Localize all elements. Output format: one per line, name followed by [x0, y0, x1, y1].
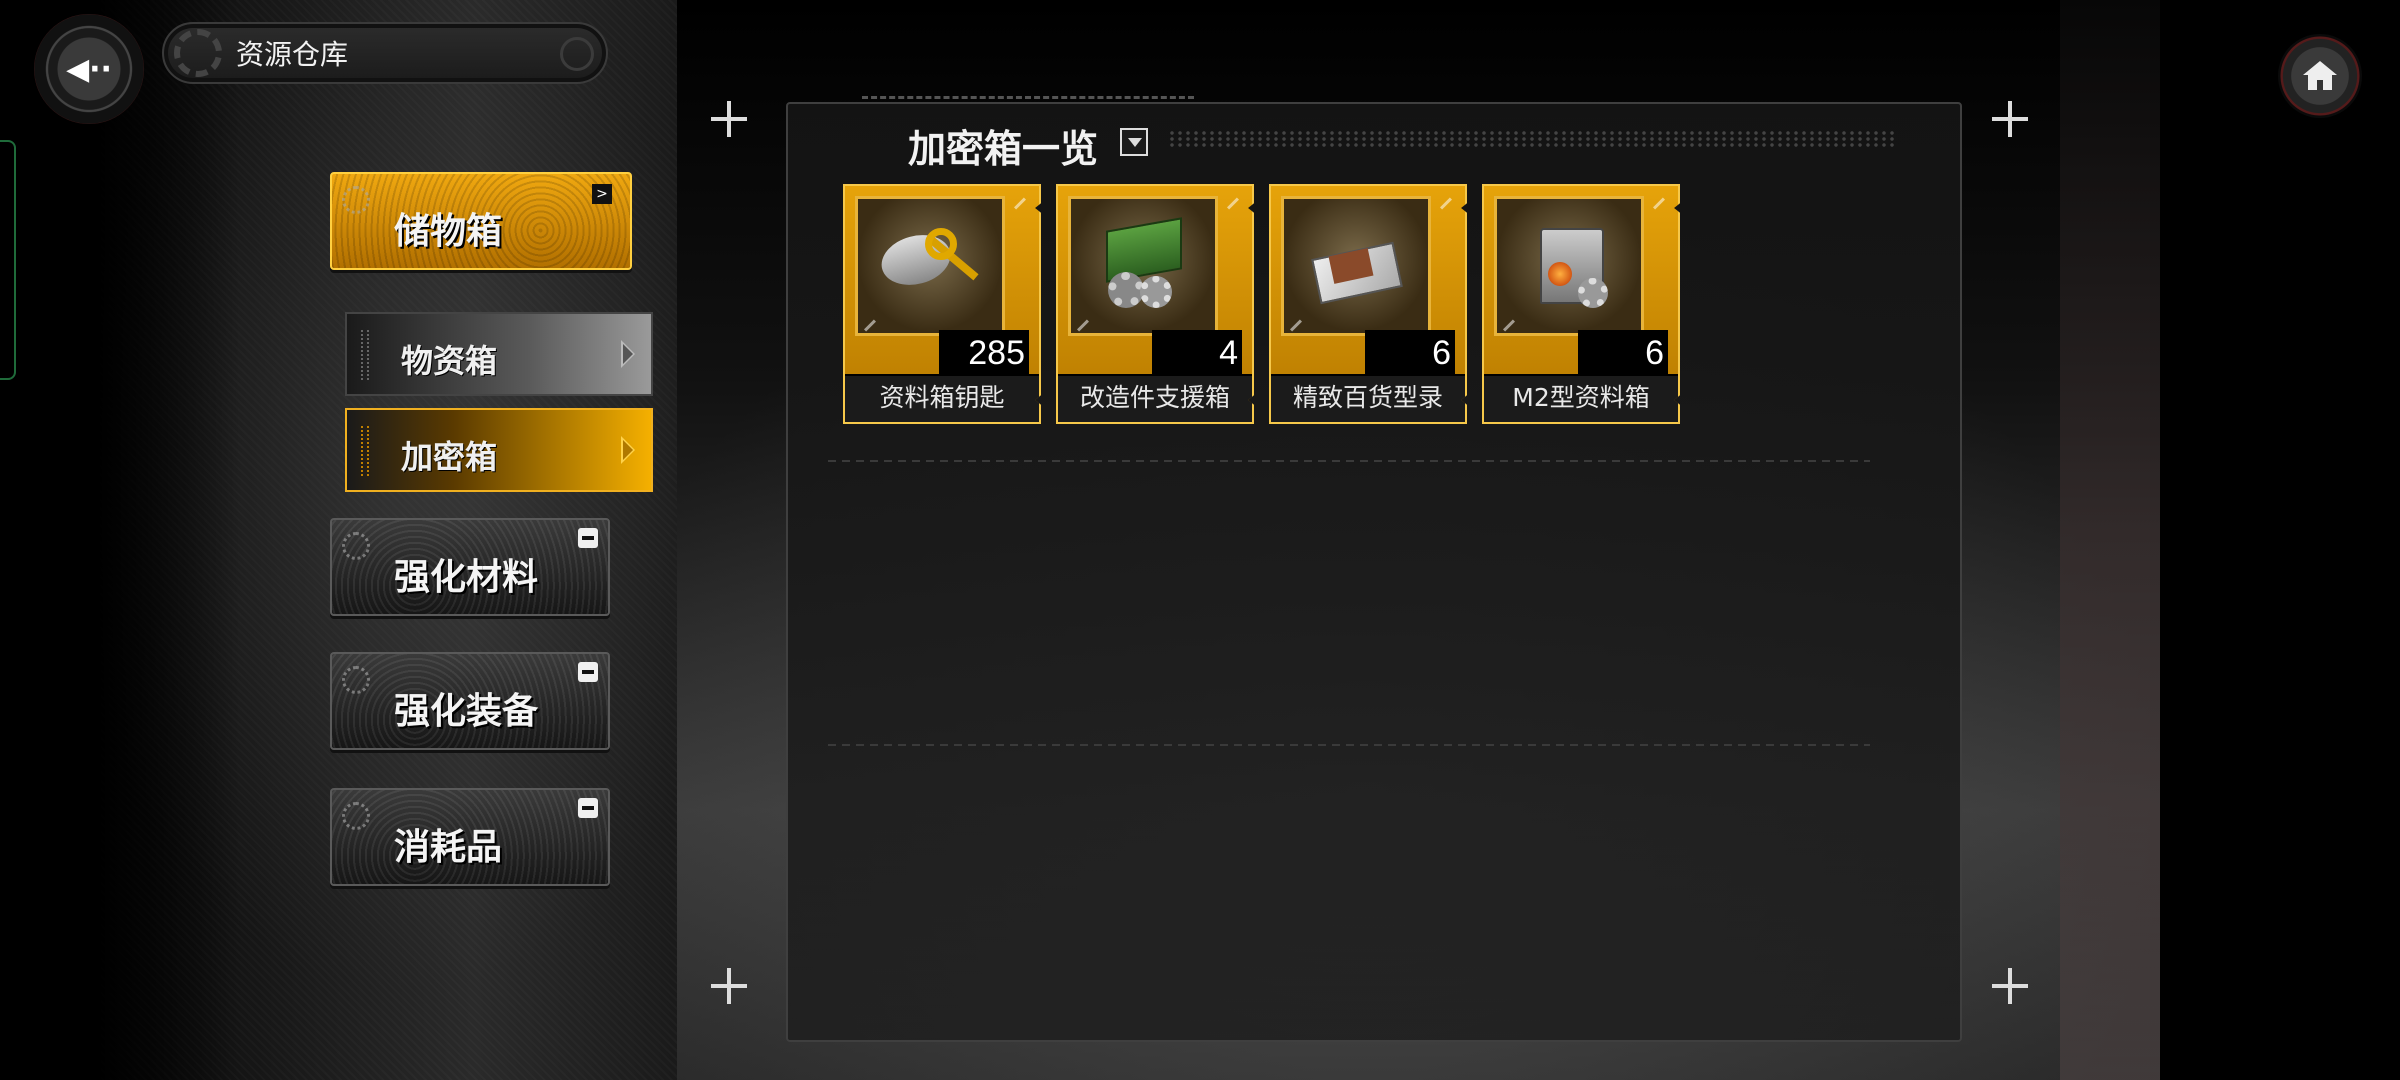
category-enhance-materials[interactable]: 强化材料	[330, 518, 610, 616]
item-count: 4	[1219, 334, 1238, 372]
back-button[interactable]: ◀··	[34, 14, 144, 124]
chevron-right-icon	[621, 436, 635, 464]
item-card[interactable]: 4 改造件支援箱	[1056, 184, 1254, 424]
category-enhance-equipment[interactable]: 强化装备	[330, 652, 610, 750]
section-title: 加密箱一览	[908, 126, 1099, 171]
item-card[interactable]: 6 M2型资料箱	[1482, 184, 1680, 424]
category-storage-box[interactable]: 储物箱 >	[330, 172, 632, 270]
subitem-supply-box[interactable]: 物资箱	[345, 312, 653, 396]
subitem-label: 物资箱	[401, 342, 498, 380]
key-icon	[875, 214, 985, 314]
grip-icon	[361, 330, 369, 380]
m2-box-icon	[1514, 214, 1624, 314]
dots-icon	[342, 532, 370, 560]
category-label: 强化材料	[394, 556, 539, 598]
ring-icon	[560, 37, 594, 71]
category-label: 储物箱	[394, 210, 503, 252]
item-count: 6	[1432, 334, 1451, 372]
minus-icon	[578, 662, 598, 682]
background-fade	[0, 0, 240, 1080]
dots-icon	[342, 802, 370, 830]
home-icon	[2303, 61, 2337, 91]
catalog-icon	[1301, 214, 1411, 314]
plus-marker-icon	[1992, 968, 2028, 1004]
chevron-right-icon	[621, 340, 635, 368]
item-count: 285	[968, 334, 1025, 372]
divider	[828, 744, 1870, 746]
item-name: 资料箱钥匙	[879, 383, 1005, 412]
panel-tab-decoration	[862, 96, 1194, 110]
item-card[interactable]: 6 精致百货型录	[1269, 184, 1467, 424]
crate-icon	[1088, 214, 1198, 314]
plus-marker-icon	[711, 968, 747, 1004]
title-bar: 资源仓库	[162, 22, 608, 84]
item-card[interactable]: 285 资料箱钥匙	[843, 184, 1041, 424]
dropdown-toggle[interactable]	[1120, 128, 1148, 156]
background-strip	[2060, 0, 2160, 1080]
subitem-label: 加密箱	[401, 438, 498, 476]
background-far-right	[2160, 0, 2400, 1080]
chevron-right-icon: >	[592, 184, 612, 204]
item-count: 6	[1645, 334, 1664, 372]
minus-icon	[578, 528, 598, 548]
dots-icon	[342, 186, 370, 214]
dots-icon	[342, 666, 370, 694]
home-button[interactable]	[2278, 34, 2362, 118]
edge-handle[interactable]	[0, 140, 16, 380]
item-name: 改造件支援箱	[1079, 383, 1230, 412]
divider	[828, 460, 1870, 462]
plus-marker-icon	[711, 101, 747, 137]
minus-icon	[578, 798, 598, 818]
category-label: 强化装备	[394, 690, 539, 732]
item-name: 精致百货型录	[1292, 383, 1443, 412]
category-consumables[interactable]: 消耗品	[330, 788, 610, 886]
category-label: 消耗品	[394, 826, 503, 868]
title-dots-decoration	[1168, 130, 1898, 148]
grip-icon	[361, 426, 369, 476]
plus-marker-icon	[1992, 101, 2028, 137]
back-arrow-icon: ◀··	[66, 51, 112, 87]
item-name: M2型资料箱	[1512, 383, 1650, 412]
gear-icon	[174, 29, 222, 77]
page-title: 资源仓库	[236, 38, 349, 71]
subitem-encrypted-box[interactable]: 加密箱	[345, 408, 653, 492]
